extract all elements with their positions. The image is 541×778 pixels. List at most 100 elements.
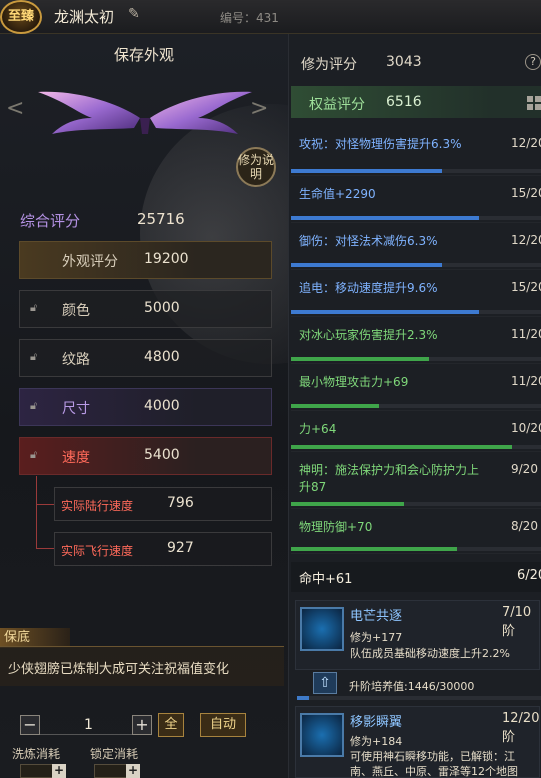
attr-progress-fill (291, 404, 379, 408)
auto-button[interactable]: 自动 (200, 713, 246, 737)
attr-text: 命中+61 (299, 572, 353, 587)
decrease-button[interactable]: − (20, 715, 40, 735)
attr-count: 12/20 (511, 136, 541, 150)
attr-progress-bar (291, 404, 541, 408)
appearance-score-row: 外观评分 19200 (19, 241, 272, 279)
benefit-score-label: 权益评分 (309, 97, 365, 113)
bless-notice-text: 少侠翅膀已炼制大成可关注祝福值变化 (8, 662, 230, 677)
lock-icon[interactable]: 🔓︎ (30, 399, 42, 413)
appearance-score-value: 19200 (144, 251, 189, 267)
fly-speed-value: 927 (167, 540, 194, 556)
blink-teleport-icon (300, 713, 344, 757)
lightning-run-icon (300, 607, 344, 651)
color-label: 颜色 (62, 303, 90, 319)
attr-row: 对冰心玩家伤害提升2.3% 11/20 (291, 317, 541, 364)
attr-progress-fill (291, 547, 457, 551)
add-wash-item-icon[interactable]: + (52, 764, 66, 778)
attr-progress-fill (291, 357, 430, 361)
attr-progress-bar (291, 547, 541, 551)
pattern-row: 🔓︎ 纹路 4800 (19, 339, 272, 377)
quality-badge: 至臻 (0, 0, 42, 34)
size-value: 4000 (144, 398, 180, 414)
help-icon[interactable]: ? (525, 54, 541, 70)
lock-cost-label: 锁定消耗 (90, 747, 139, 761)
speed-label: 速度 (62, 450, 90, 466)
attr-text: 力+64 (299, 422, 337, 436)
attr-text: 生命值+2290 (299, 187, 376, 201)
speed-row: 🔓︎ 速度 5400 (19, 437, 272, 475)
quantity-input[interactable]: 1 (40, 715, 132, 735)
land-speed-row: 实际陆行速度 796 (54, 487, 272, 521)
wing-name: 龙渊太初 (54, 8, 115, 26)
attr-count: 6/20 (517, 568, 541, 583)
attr-progress-fill (291, 310, 480, 314)
skill-line: 修为+177 (350, 631, 403, 644)
attr-row: 物理防御+70 8/20 (291, 509, 541, 554)
attr-text: 御伤：对怪法术减伤6.3% (299, 234, 438, 248)
attr-progress-fill (291, 216, 480, 220)
cultivation-score-value: 3043 (386, 54, 422, 70)
train-value-label: 升阶培养值:1446/30000 (349, 680, 475, 693)
serial-number: 编号：431 (220, 11, 279, 25)
benefit-score-value: 6516 (386, 94, 422, 110)
land-speed-label: 实际陆行速度 (61, 499, 134, 513)
size-row: 🔓︎ 尺寸 4000 (19, 388, 272, 426)
attr-text: 对冰心玩家伤害提升2.3% (299, 328, 438, 342)
attr-row: 力+64 10/20 (291, 411, 541, 452)
speed-tree-branch (36, 504, 54, 505)
lock-icon[interactable]: 🔓︎ (30, 448, 42, 462)
skill-name: 移影瞬翼 (350, 715, 403, 730)
save-appearance-title[interactable]: 保存外观 (0, 44, 288, 65)
attr-progress-fill (291, 502, 404, 506)
wing-screen: 至臻 龙渊太初 ✎ 编号：431 保存外观 < > 修为说明 综合评分 2571… (0, 0, 541, 778)
cultivation-score-label: 修为评分 (301, 57, 357, 73)
cultivation-explain-button[interactable]: 修为说明 (236, 147, 276, 187)
attr-progress-fill (291, 263, 442, 267)
attr-text: 物理防御+70 (299, 520, 373, 534)
attr-row: 最小物理攻击力+69 11/20 (291, 364, 541, 411)
skill-card[interactable]: 电芒共逐 7/10阶 修为+177 队伍成员基础移动速度上升2.2% (295, 600, 540, 670)
all-button[interactable]: 全 (158, 713, 184, 737)
attr-count: 9/20 (511, 462, 538, 476)
fly-speed-row: 实际飞行速度 927 (54, 532, 272, 566)
attr-text: 最小物理攻击力+69 (299, 375, 409, 389)
attr-row: 神明：施法保护力和会心防护力上升87 9/20 (291, 452, 541, 509)
attr-row: 追电：移动速度提升9.6% 15/20 (291, 270, 541, 317)
attr-text: 追电：移动速度提升9.6% (299, 281, 438, 295)
appearance-score-label: 外观评分 (62, 254, 118, 270)
skill-name: 电芒共逐 (350, 609, 403, 624)
benefit-score-bar: 权益评分 6516 (291, 86, 541, 118)
attr-count: 15/20 (511, 186, 541, 200)
attr-row: 攻祝：对怪物理伤害提升6.3% 12/20 (291, 126, 541, 176)
train-progress-fill (297, 696, 309, 700)
attr-progress-bar (291, 216, 541, 220)
train-progress-bar (297, 696, 541, 700)
skill-level: 7/10阶 (502, 605, 532, 639)
wash-cost-label: 洗炼消耗 (12, 747, 61, 761)
attr-count: 15/20 (511, 280, 541, 294)
guarantee-tag: 保底 (0, 628, 70, 648)
attr-count: 11/20 (511, 327, 541, 341)
prev-arrow-icon[interactable]: < (6, 96, 24, 121)
attr-row-hit: 命中+61 6/20 (291, 562, 541, 592)
lock-icon[interactable]: 🔓︎ (30, 301, 42, 315)
increase-button[interactable]: + (132, 715, 152, 735)
attr-progress-bar (291, 310, 541, 314)
upgrade-arrow-icon[interactable]: ⇧ (313, 672, 337, 694)
speed-value: 5400 (144, 447, 180, 463)
skill-line: 南、燕丘、中原、雷泽等12个地图 (350, 765, 518, 778)
color-row: 🔓︎ 颜色 5000 (19, 290, 272, 328)
attr-row: 生命值+2290 15/20 (291, 176, 541, 223)
attr-count: 11/20 (511, 374, 541, 388)
add-lock-item-icon[interactable]: + (126, 764, 140, 778)
lock-icon[interactable]: 🔓︎ (30, 350, 42, 364)
overall-score-label: 综合评分 (20, 212, 81, 230)
wing-preview-image (38, 91, 252, 134)
speed-tree-line (36, 476, 37, 548)
grid-icon[interactable] (527, 96, 541, 110)
rename-brush-icon[interactable]: ✎ (128, 6, 144, 24)
pattern-value: 4800 (144, 349, 180, 365)
skill-line: 可使用神石瞬移功能，已解锁：江 (350, 750, 515, 763)
skill-level: 12/20阶 (502, 711, 540, 745)
skill-card[interactable]: 移影瞬翼 12/20阶 修为+184 可使用神石瞬移功能，已解锁：江 南、燕丘、… (295, 706, 540, 778)
